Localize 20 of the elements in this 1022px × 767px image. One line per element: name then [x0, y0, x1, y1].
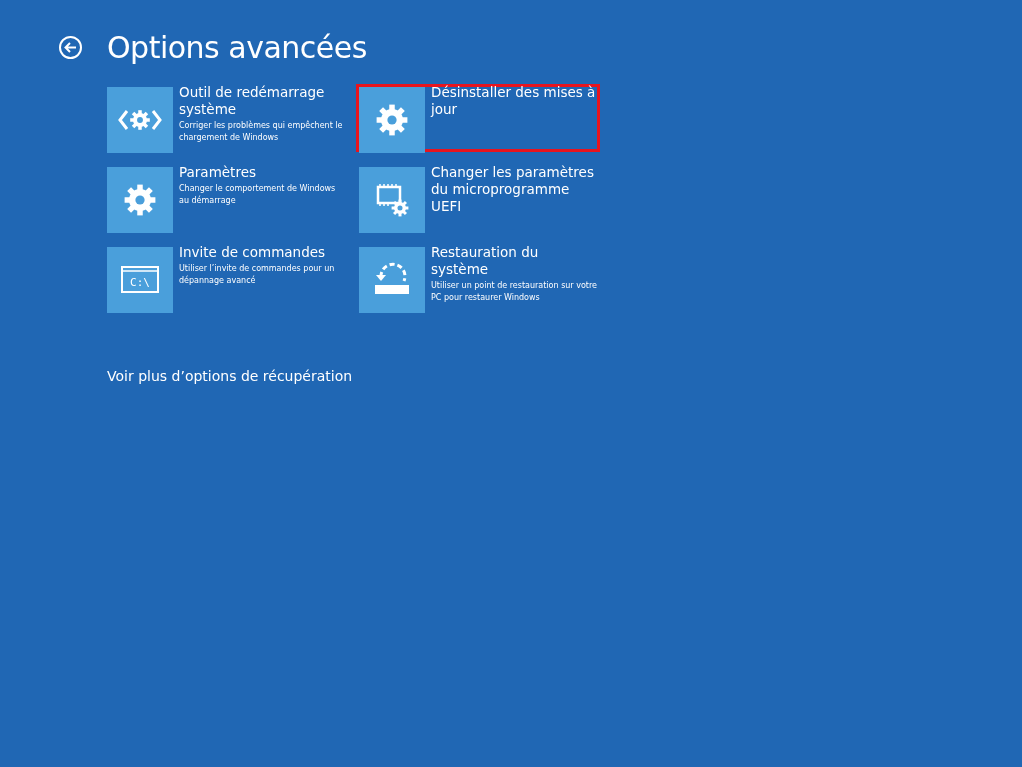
option-tile[interactable]: Outil de redémarrage système Corriger les problèmes qui empêchent le chargement de Windows — [104, 84, 348, 152]
prompt-text: C:\ — [130, 276, 150, 289]
option-tile[interactable]: Désinstaller des mises à jour — [356, 84, 600, 152]
more-options-link[interactable]: Voir plus d’options de récupération — [107, 368, 353, 384]
option-description: Utiliser un point de restauration sur votre PC pour restaurer Windows — [431, 280, 597, 304]
option-title: Restauration du système — [431, 244, 540, 278]
back-icon[interactable] — [58, 35, 83, 60]
option-title: Désinstaller des mises à jour — [431, 84, 597, 118]
option-description: Changer le comportement de Windows au démarrage — [179, 183, 337, 207]
option-tile[interactable]: Paramètres Changer le comportement de Windows au démarrage — [104, 164, 348, 232]
option-description: Corriger les problèmes qui empêchent le chargement de Windows — [179, 120, 344, 144]
option-description: Utiliser l’invite de commandes pour un dépannage avancé — [179, 263, 336, 287]
option-title: Outil de redémarrage système — [179, 84, 326, 118]
option-tile[interactable]: Changer les paramètres du microprogramme UEFI — [356, 164, 600, 232]
option-tile[interactable]: C:\ Invite de commandes Utiliser l’invite de commandes pour un dépannage avancé — [104, 244, 348, 312]
option-tile[interactable]: Restauration du système Utiliser un point de restauration sur votre PC pour restaurer Windows — [356, 244, 600, 312]
option-title: Changer les paramètres du microprogramme UEFI — [431, 164, 595, 215]
page-title: Options avancées — [107, 30, 367, 65]
option-title: Paramètres — [179, 164, 257, 181]
option-title: Invite de commandes — [179, 244, 327, 261]
